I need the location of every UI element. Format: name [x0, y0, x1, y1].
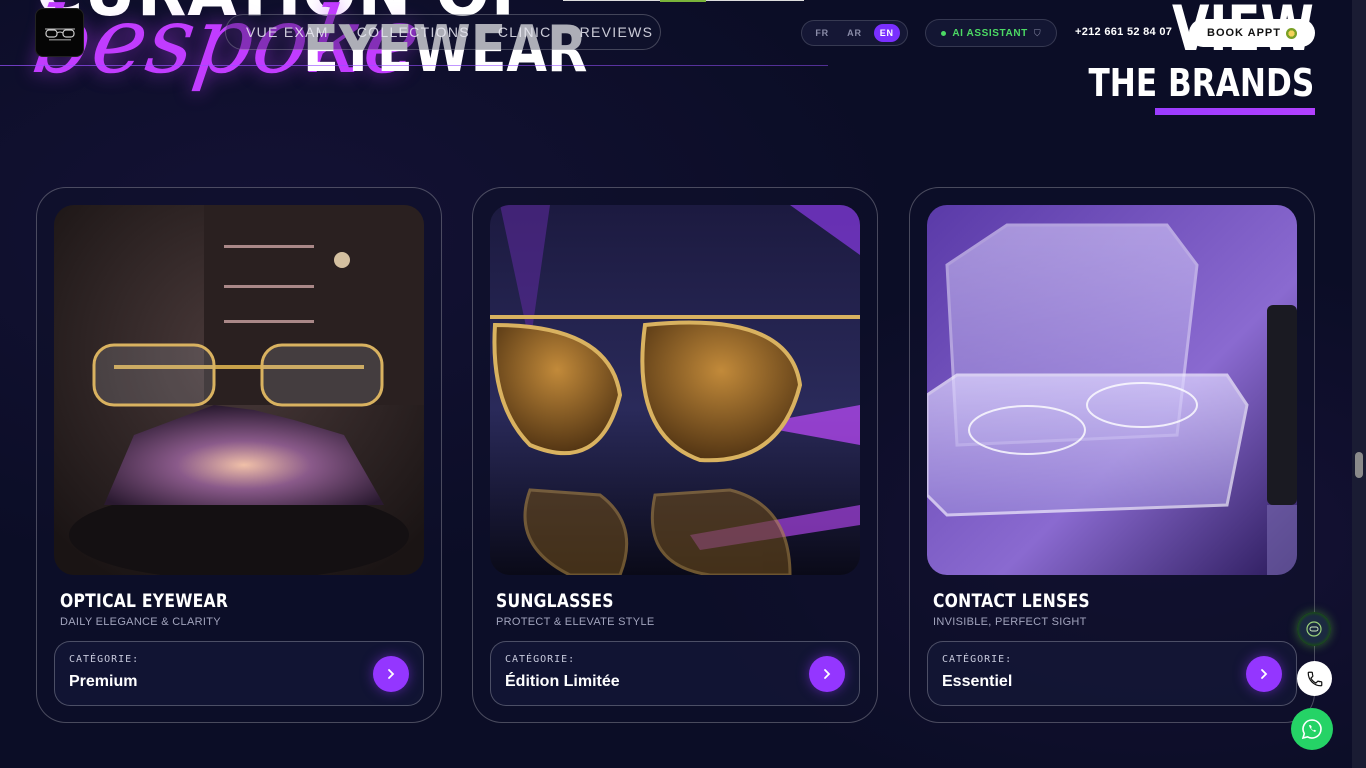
divider-line: [0, 65, 828, 66]
card-subtitle: PROTECT & ELEVATE STYLE: [496, 616, 655, 628]
page-scrollbar[interactable]: [1352, 0, 1366, 768]
floating-call-button[interactable]: [1297, 661, 1332, 696]
nav-item-vue-exam[interactable]: VUE EXAM: [246, 24, 329, 40]
book-appointment-label: BOOK APPT: [1207, 27, 1281, 39]
card-subtitle: DAILY ELEGANCE & CLARITY: [60, 616, 221, 628]
top-divider-accent: [660, 0, 706, 2]
whatsapp-icon: [1301, 719, 1322, 740]
scrollbar-thumb[interactable]: [1355, 452, 1363, 478]
category-box: CATÉGORIE: Essentiel: [927, 641, 1297, 706]
lang-en[interactable]: EN: [873, 24, 900, 42]
status-dot: [941, 30, 947, 36]
phone-number-link[interactable]: +212 661 52 84 07: [1075, 26, 1172, 38]
card-arrow-button[interactable]: [809, 656, 845, 692]
chevron-right-icon: [1261, 669, 1268, 679]
card-arrow-button[interactable]: [1246, 656, 1282, 692]
category-label: CATÉGORIE:: [505, 654, 576, 665]
category-box: CATÉGORIE: Édition Limitée: [490, 641, 860, 706]
category-label: CATÉGORIE:: [942, 654, 1013, 665]
main-nav: VUE EXAM COLLECTIONS CLINIC REVIEWS: [225, 14, 661, 50]
view-brands-link[interactable]: THE BRANDS: [1088, 64, 1314, 102]
ai-assistant-icon: [1306, 621, 1322, 637]
nav-item-collections[interactable]: COLLECTIONS: [357, 24, 470, 40]
shield-icon: ⛉: [1033, 27, 1041, 38]
ai-assistant-label: AI ASSISTANT: [952, 27, 1028, 39]
phone-icon: [1307, 671, 1322, 686]
card-title: SUNGLASSES: [496, 590, 614, 612]
category-card-contact-lenses[interactable]: CONTACT LENSES INVISIBLE, PERFECT SIGHT …: [909, 187, 1315, 723]
book-appointment-button[interactable]: BOOK APPT: [1189, 19, 1315, 47]
floating-whatsapp-button[interactable]: [1291, 708, 1333, 750]
brands-underline: [1155, 108, 1315, 115]
nav-item-reviews[interactable]: REVIEWS: [580, 24, 654, 40]
site-logo[interactable]: [36, 9, 83, 56]
sun-icon: [1286, 27, 1297, 39]
language-switcher: FR AR EN: [801, 20, 908, 46]
category-value: Édition Limitée: [505, 673, 620, 690]
nav-item-clinic[interactable]: CLINIC: [498, 24, 552, 40]
category-card-sunglasses[interactable]: SUNGLASSES PROTECT & ELEVATE STYLE CATÉG…: [472, 187, 878, 723]
lang-fr[interactable]: FR: [809, 24, 835, 42]
floating-ai-button[interactable]: [1297, 612, 1331, 646]
card-arrow-button[interactable]: [373, 656, 409, 692]
optical-eyewear-image: [54, 205, 424, 575]
contact-lenses-image: [927, 205, 1297, 575]
ai-assistant-button[interactable]: AI ASSISTANT ⛉: [925, 19, 1057, 47]
card-title: OPTICAL EYEWEAR: [60, 590, 229, 612]
category-card-optical[interactable]: OPTICAL EYEWEAR DAILY ELEGANCE & CLARITY…: [36, 187, 442, 723]
category-box: CATÉGORIE: Premium: [54, 641, 424, 706]
category-label: CATÉGORIE:: [69, 654, 140, 665]
chevron-right-icon: [388, 669, 395, 679]
card-title: CONTACT LENSES: [933, 590, 1090, 612]
glasses-logo-icon: [44, 28, 75, 40]
category-value: Premium: [69, 673, 138, 690]
card-subtitle: INVISIBLE, PERFECT SIGHT: [933, 616, 1087, 628]
sunglasses-image: [490, 205, 860, 575]
category-value: Essentiel: [942, 673, 1013, 690]
lang-ar[interactable]: AR: [841, 24, 867, 42]
chevron-right-icon: [824, 669, 831, 679]
